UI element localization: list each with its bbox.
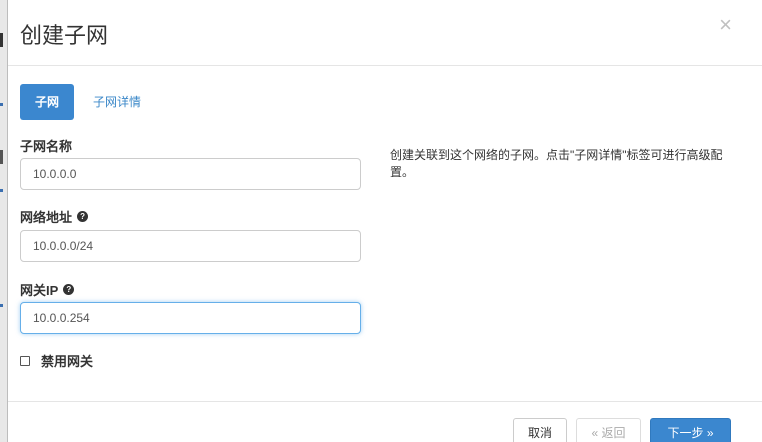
backdrop-page: [0, 0, 8, 442]
disable-gateway-label[interactable]: 禁用网关: [41, 351, 93, 370]
next-button-label: 下一步 »: [667, 426, 714, 440]
create-subnet-dialog: 创建子网 × 子网 子网详情 子网名称 网络地址 ? 网关IP ? 禁用网关 创…: [8, 0, 762, 442]
tab-subnet[interactable]: 子网: [20, 84, 75, 120]
backdrop-glyph: [0, 150, 3, 164]
subnet-name-label: 子网名称: [20, 136, 72, 155]
subnet-name-input[interactable]: [20, 158, 361, 190]
help-description: 创建关联到这个网络的子网。点击"子网详情"标签可进行高级配置。: [390, 148, 723, 179]
question-circle-icon[interactable]: ?: [77, 211, 89, 222]
dialog-title: 创建子网: [20, 23, 109, 48]
backdrop-mark: [0, 103, 3, 106]
back-button-label: « 返回: [591, 426, 626, 440]
gateway-ip-label-text: 网关IP: [20, 283, 59, 298]
subnet-name-label-text: 子网名称: [20, 139, 73, 154]
gateway-ip-input[interactable]: [20, 302, 361, 334]
cancel-button-label: 取消: [527, 426, 552, 440]
close-icon[interactable]: ×: [719, 14, 732, 36]
tab-subnet-details[interactable]: 子网详情: [78, 84, 156, 120]
dialog-header: 创建子网 ×: [8, 0, 762, 66]
gateway-ip-label: 网关IP ?: [20, 280, 75, 299]
network-address-input[interactable]: [20, 230, 361, 262]
network-address-label: 网络地址 ?: [20, 207, 89, 226]
back-button[interactable]: « 返回: [576, 418, 641, 442]
backdrop-glyph: [0, 33, 3, 47]
disable-gateway-row: 禁用网关: [20, 351, 93, 370]
dialog-footer: 取消 « 返回 下一步 »: [8, 401, 762, 442]
cancel-button[interactable]: 取消: [513, 418, 567, 442]
question-circle-icon[interactable]: ?: [63, 284, 75, 295]
backdrop-mark: [0, 189, 3, 192]
tab-bar: 子网 子网详情: [20, 84, 160, 120]
next-button[interactable]: 下一步 »: [650, 418, 731, 442]
network-address-label-text: 网络地址: [20, 210, 73, 225]
backdrop-mark: [0, 304, 3, 307]
disable-gateway-checkbox[interactable]: [20, 355, 30, 366]
